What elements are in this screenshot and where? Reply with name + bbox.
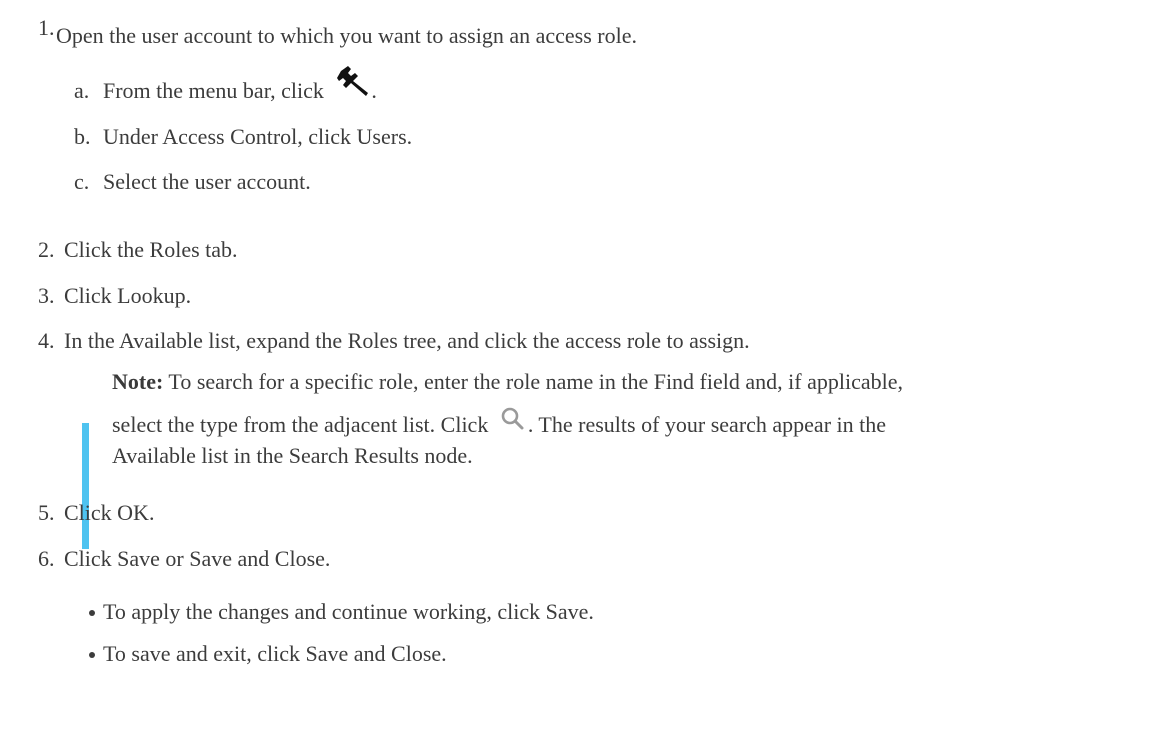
note-line-2: select the type from the adjacent list. … — [112, 407, 887, 440]
step-text: Click Lookup. — [64, 283, 192, 308]
note-accent-bar — [82, 423, 89, 549]
step-number: 6. — [38, 546, 55, 571]
step-text: Click Save or Save and Close. — [64, 546, 331, 571]
note-line-3: Available list in the Search Results nod… — [112, 442, 473, 470]
substep-text: Select the user account. — [103, 169, 311, 194]
step-number: 5. — [38, 500, 55, 525]
step-number: 1. — [38, 15, 55, 40]
bullet-dot — [89, 652, 95, 658]
step-number: 4. — [38, 328, 55, 353]
note-text: select the type from the adjacent list. … — [112, 412, 489, 437]
step-number: 2. — [38, 237, 55, 262]
substep-text-before: From the menu bar, click — [103, 78, 324, 104]
search-icon — [500, 406, 528, 432]
substep-letter: c. — [74, 169, 90, 194]
note-line-1: Note: To search for a specific role, ent… — [112, 368, 903, 396]
step-text: Click the Roles tab. — [64, 237, 238, 262]
substep-text: Under Access Control, click Users. — [103, 124, 413, 149]
procedure-document: 1. Open the user account to which you wa… — [0, 0, 1161, 753]
step-text: Open the user account to which you want … — [56, 23, 637, 48]
step-text: Click OK. — [64, 500, 155, 525]
bullet-text: To save and exit, click Save and Close. — [103, 641, 447, 666]
substep-letter: b. — [74, 124, 91, 149]
substep-letter: a. — [74, 78, 90, 103]
note-text: . The results of your search appear in t… — [527, 412, 887, 437]
substep-text: From the menu bar, click . — [103, 66, 377, 109]
wrench-icon — [335, 65, 371, 97]
step-number: 3. — [38, 283, 55, 308]
substep-text-after: . — [371, 78, 377, 104]
note-label: Note: — [112, 369, 164, 394]
bullet-dot — [89, 610, 95, 616]
note-text: Available list in the Search Results nod… — [112, 443, 473, 468]
bullet-text: To apply the changes and continue workin… — [103, 599, 594, 624]
note-text: To search for a specific role, enter the… — [168, 369, 903, 394]
step-text: In the Available list, expand the Roles … — [64, 328, 750, 353]
